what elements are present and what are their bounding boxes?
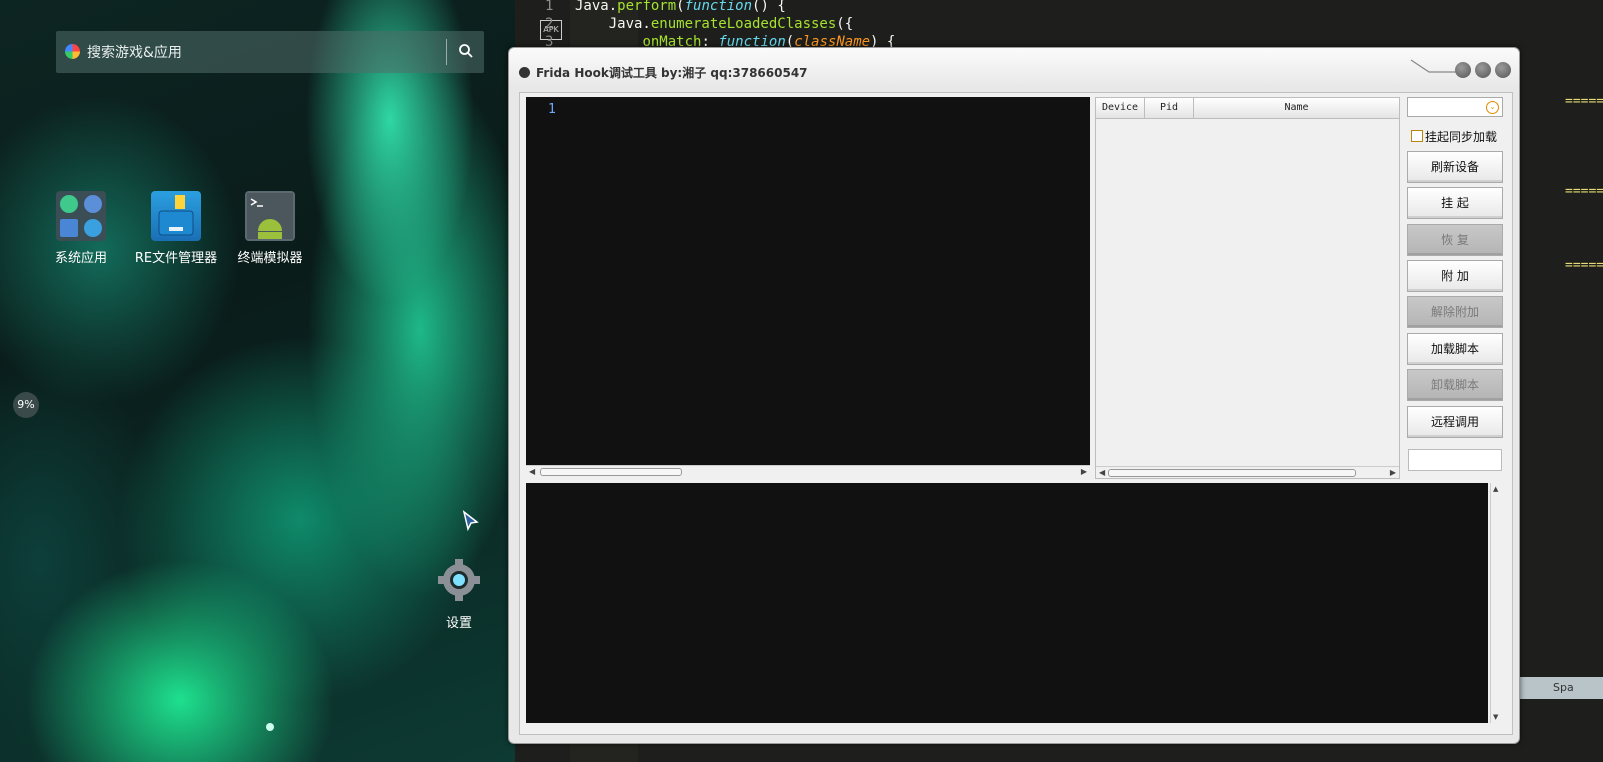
device-process-list[interactable]: Device Pid Name ◀ ▶ — [1095, 97, 1400, 479]
code-token: enumerateLoadedClasses — [650, 16, 837, 32]
android-desktop: 搜索游戏&应用 系统应用 RE文件管理器 终端模拟器 9% 设置 — [0, 0, 515, 762]
code-line: 2 Java.enumerateLoadedClasses({ — [545, 15, 895, 33]
terminal-android-icon — [245, 191, 295, 241]
close-button[interactable] — [1495, 62, 1511, 78]
scroll-thumb[interactable] — [1108, 469, 1356, 477]
rpc-input[interactable] — [1408, 449, 1502, 471]
settings-gear-icon[interactable] — [436, 557, 482, 603]
app-label: 终端模拟器 — [237, 251, 303, 266]
app-re-file-manager[interactable]: RE文件管理器 — [131, 191, 221, 266]
search-divider — [446, 39, 447, 65]
checkbox-label: 挂起同步加载 — [1425, 130, 1498, 144]
settings-label: 设置 — [445, 616, 472, 631]
column-header-name[interactable]: Name — [1194, 98, 1399, 118]
code-token: ( — [676, 0, 685, 14]
script-editor-hscrollbar[interactable]: ◀ ▶ — [526, 465, 1090, 477]
mouse-pointer-icon — [462, 510, 479, 532]
code-line-number: 2 — [545, 16, 554, 32]
code-token: function — [684, 0, 753, 14]
app-terminal-emulator[interactable]: 终端模拟器 — [225, 191, 315, 266]
code-token: () { — [752, 0, 786, 14]
app-label: RE文件管理器 — [134, 251, 218, 266]
device-list-hscrollbar[interactable]: ◀ ▶ — [1096, 466, 1399, 478]
code-fragment: ===== — [1565, 184, 1603, 199]
code-token: ({ — [836, 16, 854, 32]
code-token: Java. — [575, 16, 651, 32]
column-header-device[interactable]: Device — [1096, 98, 1145, 118]
scroll-right-icon[interactable]: ▶ — [1390, 468, 1396, 477]
code-lines: 1 Java.perform(function() {2 Java.enumera… — [545, 0, 895, 51]
search-icon[interactable] — [458, 43, 474, 59]
detach-button[interactable]: 解除附加 — [1407, 296, 1503, 328]
checkbox-box[interactable] — [1411, 130, 1423, 142]
script-editor[interactable]: 1 — [526, 97, 1090, 465]
status-text: Spa — [1553, 681, 1574, 694]
app-label: 系统应用 — [54, 251, 107, 266]
load-script-button[interactable]: 加载脚本 — [1407, 333, 1503, 365]
scroll-down-icon[interactable]: ▼ — [1493, 713, 1498, 721]
window-content: 1 ◀ ▶ Device Pid Name ◀ ▶ ⌄ 挂起同步加载 刷新设备 … — [519, 92, 1513, 735]
output-console[interactable] — [526, 483, 1488, 723]
attach-button[interactable]: 附 加 — [1407, 260, 1503, 292]
editor-status-bar: Spa — [1518, 677, 1603, 699]
window-titlebar[interactable]: Frida Hook调试工具 by:湘子 qq:378660547 — [509, 48, 1519, 86]
unload-script-button[interactable]: 卸载脚本 — [1407, 369, 1503, 401]
column-header-pid[interactable]: Pid — [1145, 98, 1194, 118]
search-placeholder: 搜索游戏&应用 — [87, 45, 182, 61]
resume-button[interactable]: 恢 复 — [1407, 224, 1503, 256]
re-file-manager-icon — [151, 191, 201, 241]
frida-hook-window: Frida Hook调试工具 by:湘子 qq:378660547 1 ◀ ▶ … — [508, 47, 1520, 744]
scroll-left-icon[interactable]: ◀ — [529, 467, 535, 476]
window-title: Frida Hook调试工具 by:湘子 qq:378660547 — [536, 66, 808, 80]
scroll-up-icon[interactable]: ▲ — [1493, 485, 1498, 493]
app-icon — [519, 67, 530, 78]
scroll-right-icon[interactable]: ▶ — [1081, 467, 1087, 476]
code-line-number: 1 — [545, 0, 554, 14]
device-select-combo[interactable]: ⌄ — [1407, 97, 1503, 117]
list-header: Device Pid Name — [1096, 98, 1399, 119]
chevron-down-icon[interactable]: ⌄ — [1486, 101, 1499, 114]
page-indicator-dot — [266, 723, 274, 731]
app-search-bar[interactable]: 搜索游戏&应用 — [56, 31, 484, 73]
code-token: Java. — [575, 0, 618, 14]
code-line: 1 Java.perform(function() { — [545, 0, 895, 15]
code-fragment: =====" — [1565, 258, 1603, 273]
scroll-thumb[interactable] — [540, 468, 682, 476]
line-number: 1 — [548, 102, 556, 117]
titlebar-ornament-icon — [1410, 59, 1459, 73]
suspend-sync-checkbox[interactable]: 挂起同步加载 — [1411, 128, 1497, 145]
refresh-devices-button[interactable]: 刷新设备 — [1407, 151, 1503, 183]
scroll-left-icon[interactable]: ◀ — [1099, 468, 1105, 477]
store-logo-icon — [65, 44, 80, 59]
code-fragment: ===== — [1565, 94, 1603, 109]
console-vscrollbar[interactable]: ▲ ▼ — [1490, 483, 1502, 723]
suspend-button[interactable]: 挂 起 — [1407, 187, 1503, 219]
maximize-button[interactable] — [1475, 62, 1491, 78]
code-token: perform — [617, 0, 677, 14]
memory-usage-badge[interactable]: 9% — [13, 392, 39, 418]
system-apps-folder-icon — [56, 191, 106, 241]
remote-call-button[interactable]: 远程调用 — [1407, 406, 1503, 438]
minimize-button[interactable] — [1455, 62, 1471, 78]
app-system-apps[interactable]: 系统应用 — [36, 191, 126, 266]
